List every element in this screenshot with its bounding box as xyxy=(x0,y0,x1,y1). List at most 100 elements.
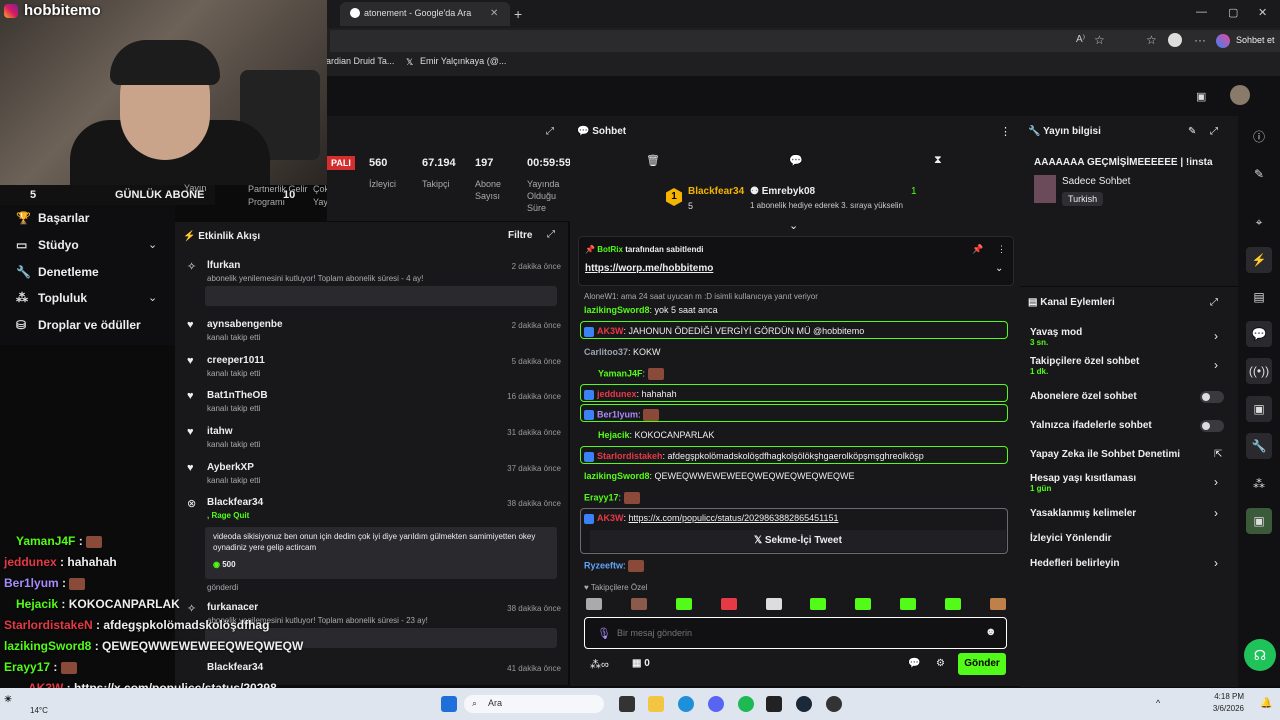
sidebar-item-achievements[interactable]: 🏆 Başarılar xyxy=(16,211,89,225)
gifter2-row[interactable]: ⚉ Emrebyk08 xyxy=(750,186,815,197)
chevron-down-icon[interactable]: ⌄ xyxy=(789,219,798,232)
focus-icon[interactable]: ⌖ xyxy=(1246,209,1272,235)
browser-tab[interactable]: atonement - Google'da Ara xyxy=(340,2,510,26)
minimize-button[interactable]: — xyxy=(1196,6,1207,18)
send-button[interactable]: Gönder xyxy=(958,653,1006,675)
taskbar-search[interactable]: Ara xyxy=(464,695,604,713)
popout-icon[interactable]: ⤢ xyxy=(1210,297,1218,308)
steam-icon[interactable] xyxy=(796,696,812,712)
chat-user[interactable]: AK3W xyxy=(597,326,624,336)
date[interactable]: 3/6/2026 xyxy=(1204,704,1244,713)
read-aloud-icon[interactable]: A⁾ xyxy=(1076,34,1085,45)
chat-input[interactable] xyxy=(617,625,967,641)
category-name[interactable]: Sadece Sohbet xyxy=(1062,176,1130,187)
sidebar-item-studio[interactable]: ▭ Stüdyo xyxy=(16,238,79,252)
chat-user[interactable]: AK3W xyxy=(597,513,624,523)
notification-icon[interactable]: 🔔 xyxy=(1260,698,1272,709)
subs-only-toggle[interactable] xyxy=(1200,391,1224,403)
emote-icon[interactable] xyxy=(945,598,961,610)
discord-icon[interactable] xyxy=(708,696,724,712)
address-bar[interactable] xyxy=(330,30,1280,52)
chat-bubble-icon[interactable]: 💬 xyxy=(908,658,920,669)
ai-moderation-row[interactable]: Yapay Zeka ile Sohbet Denetimi xyxy=(1030,449,1180,460)
mic-icon[interactable]: 🎙 xyxy=(597,627,611,640)
pencil-icon[interactable]: ✎ xyxy=(1246,161,1272,187)
close-icon[interactable]: ✕ xyxy=(490,8,498,19)
profile-icon[interactable] xyxy=(1168,33,1182,47)
chat-user[interactable]: lazikingSword8 xyxy=(584,471,650,481)
game-icon[interactable]: ▣ xyxy=(1246,508,1272,534)
filter-button[interactable]: Filtre xyxy=(508,230,532,241)
chat-user[interactable]: Ryzeeftw xyxy=(584,560,623,570)
bolt-icon[interactable]: ⚡ xyxy=(1246,247,1272,273)
edge-icon[interactable] xyxy=(678,696,694,712)
new-tab-button[interactable]: + xyxy=(514,6,522,22)
info-icon[interactable]: ⓘ xyxy=(1246,124,1272,150)
chat-user[interactable]: Starlordistakeh xyxy=(597,451,663,461)
more-icon[interactable]: ⋮ xyxy=(997,244,1006,255)
chevron-right-icon[interactable]: › xyxy=(1214,329,1218,343)
favorite-icon[interactable]: ☆ xyxy=(1094,33,1105,47)
event-user[interactable]: lfurkan xyxy=(207,260,240,271)
sidebar-item-drops[interactable]: ⛁ Droplar ve ödüller xyxy=(16,318,141,332)
emote-icon[interactable] xyxy=(855,598,872,610)
emote-icon[interactable] xyxy=(900,598,917,610)
banned-words-row[interactable]: Yasaklanmış kelimeler xyxy=(1030,508,1136,519)
pencil-icon[interactable]: ✎ xyxy=(1188,126,1196,137)
emote-only-toggle[interactable] xyxy=(1200,420,1224,432)
followers-only-row[interactable]: Takipçilere özel sohbet 1 dk. xyxy=(1030,356,1139,376)
sidebar-item-community[interactable]: ⁂ Topluluk xyxy=(16,291,87,305)
event-user[interactable]: itahw xyxy=(207,426,233,437)
community-icon[interactable]: ⁂∞ xyxy=(590,658,609,671)
goals-row[interactable]: Hedefleri belirleyin xyxy=(1030,558,1119,569)
emote-icon[interactable] xyxy=(586,598,602,610)
emote-icon[interactable] xyxy=(765,598,782,610)
document-icon[interactable]: ▤ xyxy=(1246,284,1272,310)
trash-icon[interactable]: 🗑 xyxy=(646,154,660,167)
chevron-right-icon[interactable]: › xyxy=(1214,358,1218,372)
points-display[interactable]: ▦ 0 xyxy=(632,658,650,669)
user-panel-icon[interactable]: ▣ xyxy=(1246,396,1272,422)
nav-partial[interactable]: Yayın xyxy=(184,183,206,193)
broadcast-icon[interactable]: ((•)) xyxy=(1246,358,1272,384)
chevron-right-icon[interactable]: › xyxy=(1214,556,1218,570)
external-link-icon[interactable]: ⇱ xyxy=(1214,449,1222,460)
terminal-icon[interactable] xyxy=(766,696,782,712)
event-user[interactable]: Bat1nTheOB xyxy=(207,390,268,401)
chevron-down-icon[interactable]: ⌄ xyxy=(995,263,1003,274)
nav-partial[interactable]: Partnerlik Gelir Programı xyxy=(248,183,308,209)
obs-icon[interactable] xyxy=(826,696,842,712)
community-icon[interactable]: ⁂ xyxy=(1246,471,1272,497)
chevron-down-icon[interactable]: ⌄ xyxy=(148,238,157,251)
spotify-icon[interactable] xyxy=(738,696,754,712)
chat-user[interactable]: Carlitoo37 xyxy=(584,347,628,357)
folder-icon[interactable] xyxy=(648,696,664,712)
chat-user[interactable]: Ber1lyum xyxy=(597,409,638,419)
hourglass-icon[interactable]: ⧗ xyxy=(934,154,942,167)
popout-icon[interactable]: ⤢ xyxy=(547,229,555,240)
emote-icon[interactable] xyxy=(675,598,692,610)
top-gifter[interactable]: Blackfear34 xyxy=(688,186,744,197)
tweet-embed-button[interactable]: 𝕏 Sekme-İçi Tweet xyxy=(590,530,1006,552)
popout-icon[interactable]: ⤢ xyxy=(546,126,554,137)
chat-bubble-icon[interactable]: 💬 xyxy=(789,154,803,167)
raid-row[interactable]: İzleyici Yönlendir xyxy=(1030,533,1112,544)
taskview-icon[interactable] xyxy=(619,696,635,712)
event-user[interactable]: AyberkXP xyxy=(207,462,254,473)
event-user[interactable]: Blackfear34 xyxy=(207,497,263,508)
emote-icon[interactable] xyxy=(630,598,647,610)
chevron-right-icon[interactable]: › xyxy=(1214,506,1218,520)
copilot-chat-button[interactable]: Sohbet et xyxy=(1236,35,1275,45)
more-icon[interactable]: ⋮ xyxy=(1000,125,1011,138)
pinned-link[interactable]: https://worp.me/hobbitemo xyxy=(585,263,713,274)
wrench-icon[interactable]: 🔧 xyxy=(1246,433,1272,459)
close-window-button[interactable]: ✕ xyxy=(1258,6,1267,19)
chat-user[interactable]: Erayy17 xyxy=(584,492,619,502)
support-button[interactable]: ☊ xyxy=(1244,639,1276,671)
chat-user[interactable]: jeddunex xyxy=(597,389,637,399)
chevron-down-icon[interactable]: ⌄ xyxy=(148,291,157,304)
emote-icon[interactable] xyxy=(810,598,827,610)
chat-link[interactable]: https://x.com/populicc/status/2029863882… xyxy=(629,513,839,523)
chevron-right-icon[interactable]: › xyxy=(1214,475,1218,489)
emote-icon[interactable] xyxy=(989,598,1006,610)
